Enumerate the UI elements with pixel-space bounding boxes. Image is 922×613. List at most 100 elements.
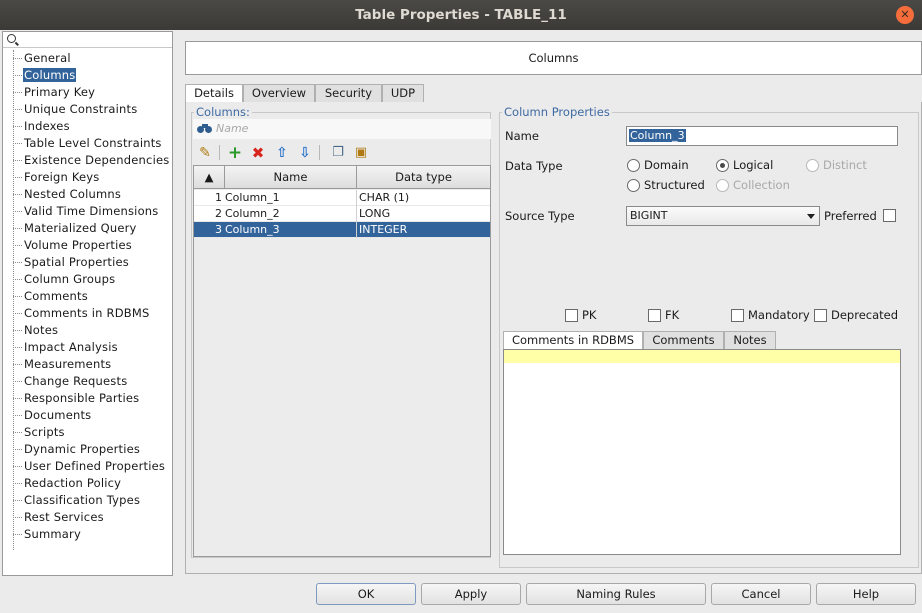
nav-item-indexes[interactable]: Indexes — [3, 118, 172, 135]
table-row[interactable]: 3 Column_3 INTEGER — [194, 222, 490, 238]
nav-item-label: Foreign Keys — [24, 170, 100, 184]
nav-item-scripts[interactable]: Scripts — [3, 424, 172, 441]
table-header: ▲ Name Data type — [194, 166, 490, 189]
nav-item-documents[interactable]: Documents — [3, 407, 172, 424]
source-type-value: BIGINT — [630, 209, 668, 222]
paste-icon[interactable]: ▣ — [352, 144, 370, 162]
move-down-icon[interactable]: ⇩ — [296, 144, 314, 162]
domain-radio-label: Domain — [644, 158, 689, 172]
nav-item-label: Responsible Parties — [24, 391, 140, 405]
column-filter[interactable]: Name — [193, 119, 491, 139]
fk-checkbox[interactable] — [648, 309, 661, 322]
nav-item-table-level-constraints[interactable]: Table Level Constraints — [3, 135, 172, 152]
help-button[interactable]: Help — [816, 583, 916, 605]
columns-group-label: Columns: — [194, 105, 252, 119]
column-header-datatype[interactable]: Data type — [357, 166, 490, 188]
table-row[interactable]: 2 Column_2 LONG — [194, 206, 490, 222]
main-panel: Columns Details Overview Security UDP Co… — [175, 31, 922, 576]
nav-item-columns[interactable]: Columns — [3, 67, 172, 84]
pk-checkbox[interactable] — [565, 309, 578, 322]
preferred-checkbox[interactable] — [883, 209, 896, 222]
column-type-cell: LONG — [359, 207, 391, 220]
ok-button[interactable]: OK — [316, 583, 416, 605]
toolbar-separator — [219, 145, 220, 160]
nav-item-valid-time-dimensions[interactable]: Valid Time Dimensions — [3, 203, 172, 220]
column-properties-label: Column Properties — [502, 105, 612, 119]
nav-item-measurements[interactable]: Measurements — [3, 356, 172, 373]
nav-item-classification-types[interactable]: Classification Types — [3, 492, 172, 509]
nav-item-label: Comments — [24, 289, 88, 303]
comments-text-area[interactable] — [503, 349, 901, 555]
nav-item-foreign-keys[interactable]: Foreign Keys — [3, 169, 172, 186]
close-icon[interactable]: ✕ — [896, 6, 914, 24]
nav-item-existence-dependencies[interactable]: Existence Dependencies — [3, 152, 172, 169]
nav-item-user-defined-properties[interactable]: User Defined Properties — [3, 458, 172, 475]
nav-item-summary[interactable]: Summary — [3, 526, 172, 543]
nav-item-redaction-policy[interactable]: Redaction Policy — [3, 475, 172, 492]
nav-item-spatial-properties[interactable]: Spatial Properties — [3, 254, 172, 271]
nav-item-column-groups[interactable]: Column Groups — [3, 271, 172, 288]
nav-item-label: Table Level Constraints — [24, 136, 162, 150]
nav-item-impact-analysis[interactable]: Impact Analysis — [3, 339, 172, 356]
nav-item-label: Summary — [24, 527, 81, 541]
cell-divider — [356, 190, 357, 206]
nav-item-dynamic-properties[interactable]: Dynamic Properties — [3, 441, 172, 458]
nav-item-label: Dynamic Properties — [24, 442, 141, 456]
filter-input[interactable]: Name — [216, 122, 248, 135]
copy-icon[interactable]: ❐ — [329, 144, 347, 162]
edit-column-icon[interactable]: ✎ — [196, 144, 214, 162]
sort-icon[interactable]: ▲ — [194, 166, 225, 188]
nav-item-general[interactable]: General — [3, 50, 172, 67]
deprecated-label: Deprecated — [831, 308, 899, 322]
nav-item-primary-key[interactable]: Primary Key — [3, 84, 172, 101]
nav-item-comments-in-rdbms[interactable]: Comments in RDBMS — [3, 305, 172, 322]
delete-icon[interactable]: ✖ — [249, 144, 267, 162]
nav-item-nested-columns[interactable]: Nested Columns — [3, 186, 172, 203]
nav-item-label: Valid Time Dimensions — [24, 204, 159, 218]
column-header-name[interactable]: Name — [225, 166, 357, 188]
tab-notes[interactable]: Notes — [724, 331, 776, 349]
collection-radio[interactable] — [716, 179, 729, 192]
tab-security[interactable]: Security — [315, 84, 382, 102]
tab-comments-in-rdbms[interactable]: Comments in RDBMS — [503, 331, 643, 349]
nav-item-label: Impact Analysis — [24, 340, 118, 354]
distinct-radio[interactable] — [806, 159, 819, 172]
title-bar: Table Properties - TABLE_11 ✕ — [0, 0, 922, 30]
nav-item-notes[interactable]: Notes — [3, 322, 172, 339]
nav-item-unique-constraints[interactable]: Unique Constraints — [3, 101, 172, 118]
logical-radio[interactable] — [716, 159, 729, 172]
nav-item-rest-services[interactable]: Rest Services — [3, 509, 172, 526]
structured-radio-label: Structured — [644, 178, 705, 192]
cancel-button[interactable]: Cancel — [711, 583, 811, 605]
domain-radio[interactable] — [627, 159, 640, 172]
move-up-icon[interactable]: ⇧ — [273, 144, 291, 162]
table-row[interactable]: 1 Column_1 CHAR (1) — [194, 190, 490, 206]
column-type-cell: INTEGER — [359, 223, 408, 236]
nav-item-label: Scripts — [24, 425, 65, 439]
structured-radio[interactable] — [627, 179, 640, 192]
nav-item-materialized-query[interactable]: Materialized Query — [3, 220, 172, 237]
window-title: Table Properties - TABLE_11 — [355, 7, 567, 23]
nav-item-responsible-parties[interactable]: Responsible Parties — [3, 390, 172, 407]
naming-rules-button[interactable]: Naming Rules — [526, 583, 706, 605]
source-type-select[interactable]: BIGINT — [626, 206, 820, 226]
tab-comments[interactable]: Comments — [643, 331, 724, 349]
nav-item-change-requests[interactable]: Change Requests — [3, 373, 172, 390]
nav-list: General Columns Primary Key Unique Constrai… — [3, 50, 172, 543]
name-field[interactable]: Column_3 — [626, 126, 898, 146]
tab-overview[interactable]: Overview — [243, 84, 315, 102]
tab-details[interactable]: Details — [185, 84, 243, 102]
nav-search-field[interactable] — [3, 32, 172, 48]
nav-item-label: Redaction Policy — [24, 476, 122, 490]
nav-item-volume-properties[interactable]: Volume Properties — [3, 237, 172, 254]
nav-item-label: Materialized Query — [24, 221, 137, 235]
deprecated-checkbox[interactable] — [814, 309, 827, 322]
nav-item-comments[interactable]: Comments — [3, 288, 172, 305]
apply-button[interactable]: Apply — [421, 583, 521, 605]
nav-item-label: Primary Key — [24, 85, 96, 99]
collection-radio-label: Collection — [733, 178, 790, 192]
nav-item-label: Indexes — [24, 119, 70, 133]
mandatory-checkbox[interactable] — [731, 309, 744, 322]
tab-udp[interactable]: UDP — [382, 84, 424, 102]
add-icon[interactable]: + — [226, 144, 244, 162]
